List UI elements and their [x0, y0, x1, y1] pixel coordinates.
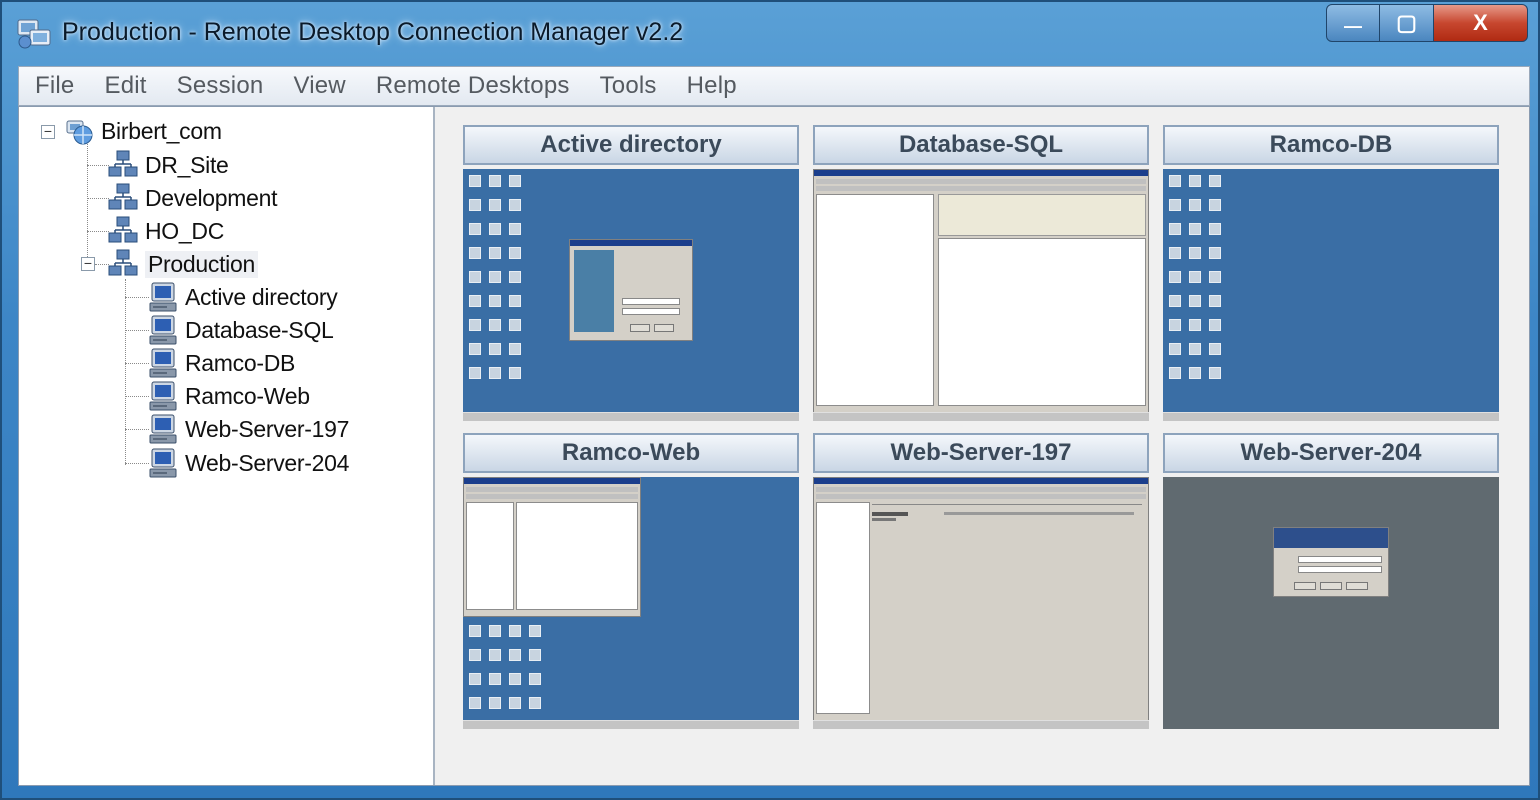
tree-item-server[interactable]: Web-Server-204	[147, 447, 349, 479]
title-bar[interactable]: Production - Remote Desktop Connection M…	[2, 2, 1538, 66]
tree-label-server: Active directory	[185, 283, 338, 310]
thumbnail-title: Ramco-Web	[463, 433, 799, 473]
server-group-icon	[108, 216, 138, 243]
explorer-window	[463, 477, 641, 617]
remote-taskbar	[813, 720, 1149, 729]
tree-connector	[125, 279, 126, 465]
tree-label-server: Ramco-DB	[185, 349, 296, 376]
server-computer-icon	[149, 381, 177, 411]
server-computer-icon	[149, 414, 177, 444]
tree-label-server: Web-Server-197	[185, 415, 350, 442]
menu-view[interactable]: View	[278, 72, 360, 100]
tree-label-root: Birbert_com	[101, 117, 222, 144]
sql-manager-window	[813, 169, 1149, 415]
tree-connector	[87, 165, 109, 166]
tree-label-server: Ramco-Web	[185, 382, 310, 409]
remote-screen-preview[interactable]	[463, 477, 799, 729]
server-computer-icon	[149, 348, 177, 378]
tree-item-server[interactable]: Active directory	[147, 281, 338, 313]
tree-connector	[125, 330, 149, 331]
close-button[interactable]: X	[1434, 4, 1528, 42]
tree-label-server: Web-Server-204	[185, 449, 350, 476]
server-computer-icon	[149, 448, 177, 478]
server-computer-icon	[149, 315, 177, 345]
menu-tools[interactable]: Tools	[585, 72, 672, 100]
menu-file[interactable]: File	[19, 72, 89, 100]
thumbnail-title: Web-Server-204	[1163, 433, 1499, 473]
app-icon	[17, 19, 51, 49]
thumbnail-title: Web-Server-197	[813, 433, 1149, 473]
server-group-icon	[108, 183, 138, 210]
tree-label-dr-site: DR_Site	[145, 151, 229, 178]
network-globe-icon	[66, 120, 93, 145]
tree-connector	[125, 363, 149, 364]
thumbnail-ramco-web[interactable]: Ramco-Web	[463, 433, 799, 729]
tree-label-development: Development	[145, 184, 278, 211]
remote-taskbar	[463, 412, 799, 421]
minimize-button[interactable]: —	[1326, 4, 1380, 42]
thumbnail-web-server-197[interactable]: Web-Server-197	[813, 433, 1149, 729]
tree-label-production: Production	[145, 250, 258, 278]
server-tree[interactable]: − − Birbert_com DR_Site Development HO_D…	[19, 107, 435, 785]
thumbnail-title: Ramco-DB	[1163, 125, 1499, 165]
remote-taskbar	[1163, 412, 1499, 421]
login-dialog-window	[569, 239, 693, 341]
tree-label-ho-dc: HO_DC	[145, 217, 225, 244]
thumbnail-title: Database-SQL	[813, 125, 1149, 165]
thumbnail-database-sql[interactable]: Database-SQL	[813, 125, 1149, 421]
tree-connector	[125, 396, 149, 397]
menu-bar: File Edit Session View Remote Desktops T…	[18, 66, 1530, 106]
thumbnail-ramco-db[interactable]: Ramco-DB	[1163, 125, 1499, 421]
client-area: − − Birbert_com DR_Site Development HO_D…	[18, 106, 1530, 786]
tree-connector	[125, 429, 149, 430]
close-icon: X	[1473, 10, 1488, 35]
tree-item-server[interactable]: Ramco-DB	[147, 347, 295, 379]
collapse-production-icon[interactable]: −	[81, 256, 95, 271]
remote-screen-preview[interactable]	[1163, 477, 1499, 729]
tree-connector	[125, 463, 149, 464]
logon-dialog	[1273, 527, 1389, 597]
rdcman-window: Production - Remote Desktop Connection M…	[0, 0, 1540, 800]
server-computer-icon	[149, 282, 177, 312]
tree-connector	[87, 137, 88, 267]
thumbnail-title: Active directory	[463, 125, 799, 165]
server-group-icon	[108, 150, 138, 177]
menu-remote-desktops[interactable]: Remote Desktops	[361, 72, 585, 100]
menu-edit[interactable]: Edit	[89, 72, 161, 100]
tree-connector	[87, 231, 109, 232]
maximize-icon: ▢	[1396, 10, 1417, 35]
tree-connector	[87, 198, 109, 199]
tree-item-group[interactable]: HO_DC	[107, 215, 224, 247]
server-group-icon	[108, 249, 138, 276]
tree-item-server[interactable]: Web-Server-197	[147, 413, 349, 445]
window-title: Production - Remote Desktop Connection M…	[62, 18, 684, 46]
menu-help[interactable]: Help	[672, 72, 752, 100]
thumbnail-active-directory[interactable]: Active directory	[463, 125, 799, 421]
thumbnail-web-server-204[interactable]: Web-Server-204	[1163, 433, 1499, 729]
remote-taskbar	[813, 412, 1149, 421]
tree-item-server[interactable]: Database-SQL	[147, 314, 334, 346]
tree-connector	[125, 297, 149, 298]
tree-item-root[interactable]: Birbert_com	[63, 115, 222, 147]
remote-screen-preview[interactable]	[1163, 169, 1499, 421]
tree-item-server[interactable]: Ramco-Web	[147, 380, 310, 412]
remote-screen-preview[interactable]	[813, 477, 1149, 729]
remote-screen-preview[interactable]	[813, 169, 1149, 421]
tree-item-group-selected[interactable]: Production	[107, 248, 258, 280]
tree-item-group[interactable]: DR_Site	[107, 149, 229, 181]
maximize-button[interactable]: ▢	[1380, 4, 1434, 42]
collapse-root-icon[interactable]: −	[41, 124, 55, 139]
remote-taskbar	[463, 720, 799, 729]
remote-screen-preview[interactable]	[463, 169, 799, 421]
menu-session[interactable]: Session	[162, 72, 279, 100]
tree-item-group[interactable]: Development	[107, 182, 278, 214]
iis-manager-window	[813, 477, 1149, 723]
window-controls: — ▢ X	[1326, 4, 1528, 44]
minimize-icon: —	[1344, 15, 1362, 36]
tree-label-server: Database-SQL	[185, 316, 334, 343]
